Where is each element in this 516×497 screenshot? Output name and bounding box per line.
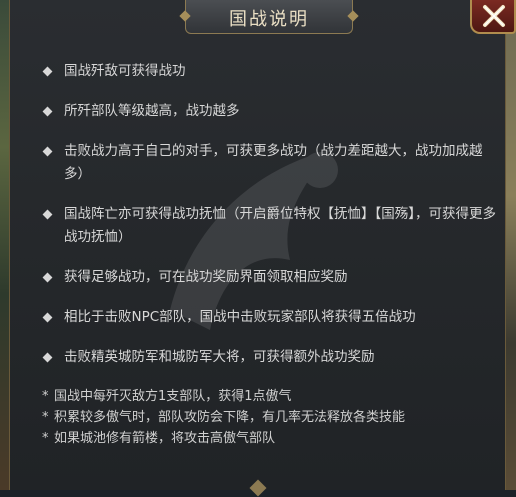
- rule-text: 所歼部队等级越高，战功越多: [64, 103, 240, 119]
- note-item: * 国战中每歼灭敌方1支部队，获得1点傲气: [42, 386, 502, 407]
- note-item: * 如果城池修有箭楼，将攻击高傲气部队: [42, 428, 502, 449]
- dialog-title-bar: 国战说明: [185, 0, 353, 34]
- diamond-bullet-icon: [42, 66, 53, 77]
- note-text: 国战中每歼灭敌方1支部队，获得1点傲气: [54, 389, 292, 404]
- rule-item: 国战歼敌可获得战功: [42, 60, 502, 83]
- rule-item: 击败精英城防军和城防军大将，可获得额外战功奖励: [42, 346, 502, 369]
- note-text: 积累较多傲气时，部队攻防会下降，有几率无法释放各类技能: [54, 410, 406, 425]
- rule-text: 击败战力高于自己的对手，可获更多战功（战力差距越大，战功加成越多）: [64, 143, 483, 182]
- rule-item: 国战阵亡亦可获得战功抚恤（开启爵位特权【抚恤】【国殇】，可获得更多战功抚恤）: [42, 203, 502, 249]
- rule-item: 击败战力高于自己的对手，可获更多战功（战力差距越大，战功加成越多）: [42, 140, 502, 186]
- diamond-bullet-icon: [42, 352, 53, 363]
- diamond-bullet-icon: [42, 209, 53, 220]
- note-marker: *: [42, 410, 49, 425]
- dialog-title: 国战说明: [229, 9, 309, 30]
- rules-dialog: 国战说明 国战歼敌可获得战功 所歼部队等级越高，战功越多 击败战力高于自己的对手…: [9, 0, 506, 490]
- diamond-bullet-icon: [42, 146, 53, 157]
- note-item: * 积累较多傲气时，部队攻防会下降，有几率无法释放各类技能: [42, 407, 502, 428]
- close-button[interactable]: [470, 0, 516, 34]
- rule-text: 获得足够战功，可在战功奖励界面领取相应奖励: [64, 269, 348, 285]
- rule-text: 击败精英城防军和城防军大将，可获得额外战功奖励: [64, 349, 375, 365]
- close-x-icon: [483, 5, 505, 27]
- diamond-bullet-icon: [42, 106, 53, 117]
- notes-list: * 国战中每歼灭敌方1支部队，获得1点傲气 * 积累较多傲气时，部队攻防会下降，有几…: [42, 386, 502, 449]
- rule-item: 获得足够战功，可在战功奖励界面领取相应奖励: [42, 266, 502, 289]
- rules-content: 国战歼敌可获得战功 所歼部队等级越高，战功越多 击败战力高于自己的对手，可获更多…: [42, 60, 502, 449]
- rule-text: 相比于击败NPC部队，国战中击败玩家部队将获得五倍战功: [64, 309, 416, 325]
- note-marker: *: [42, 431, 49, 446]
- rule-item: 相比于击败NPC部队，国战中击败玩家部队将获得五倍战功: [42, 306, 502, 329]
- rule-text: 国战阵亡亦可获得战功抚恤（开启爵位特权【抚恤】【国殇】，可获得更多战功抚恤）: [64, 206, 496, 245]
- diamond-bullet-icon: [42, 272, 53, 283]
- note-text: 如果城池修有箭楼，将攻击高傲气部队: [54, 431, 276, 446]
- diamond-bullet-icon: [42, 312, 53, 323]
- rule-text: 国战歼敌可获得战功: [64, 63, 186, 79]
- note-marker: *: [42, 389, 49, 404]
- rule-item: 所歼部队等级越高，战功越多: [42, 100, 502, 123]
